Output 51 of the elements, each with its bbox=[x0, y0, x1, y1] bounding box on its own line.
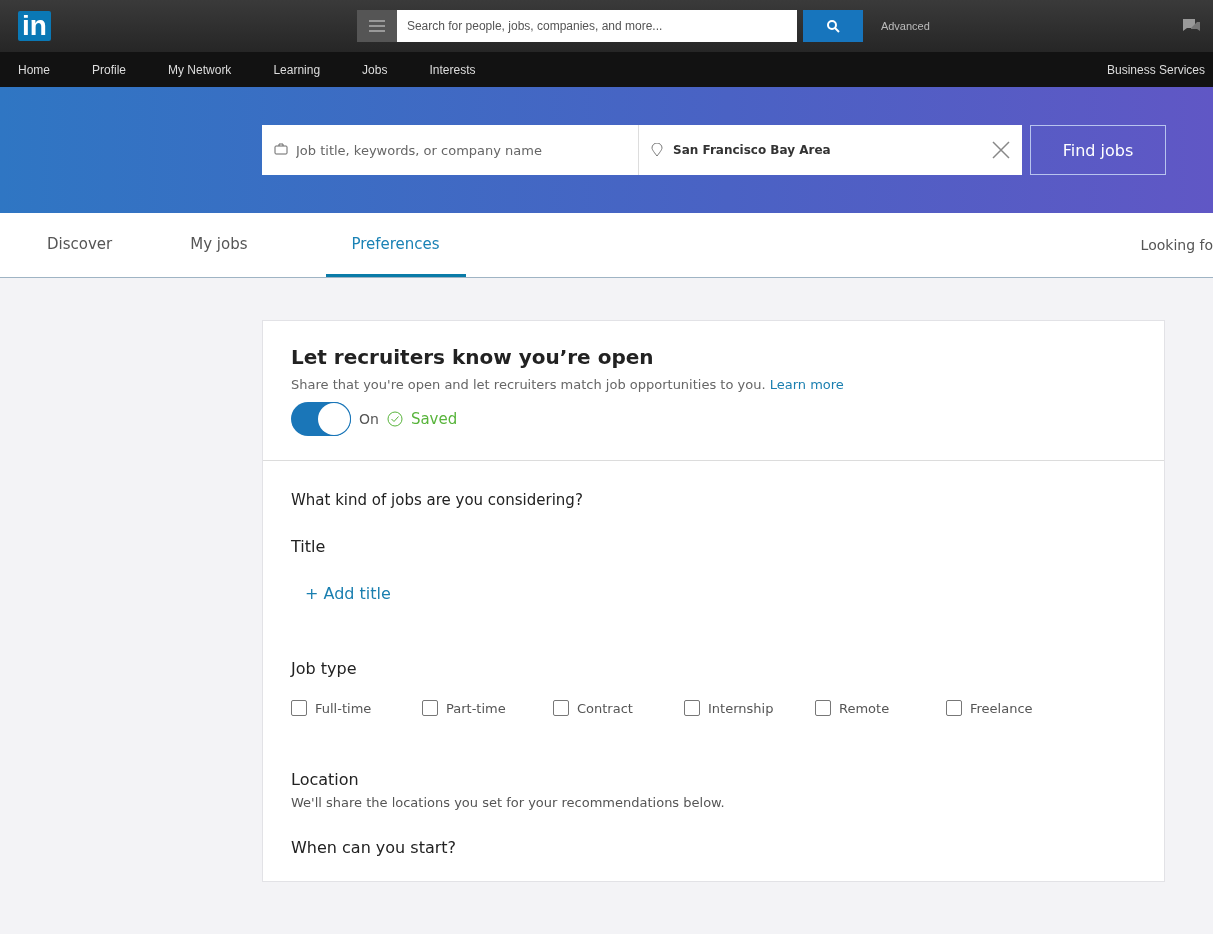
checkbox-label: Remote bbox=[839, 700, 890, 716]
field-label: When can you start? bbox=[291, 838, 457, 857]
tab[interactable]: Preferences bbox=[325, 213, 466, 277]
checkbox-label: Freelance bbox=[970, 700, 1033, 716]
field-label: Location bbox=[291, 770, 359, 789]
briefcase-icon bbox=[274, 143, 288, 155]
nav-link[interactable]: Business Services bbox=[1106, 62, 1205, 77]
location-hint: We'll share the locations you set for your recommendations below. bbox=[291, 795, 725, 810]
nav-link[interactable]: My Network bbox=[168, 62, 232, 77]
add-title-button[interactable]: + Add title bbox=[305, 584, 391, 603]
checkbox-label: Internship bbox=[708, 700, 774, 716]
logo[interactable]: in bbox=[18, 11, 51, 41]
pin-icon bbox=[651, 143, 663, 157]
location-field[interactable]: San Francisco Bay Area bbox=[639, 125, 1022, 175]
find-jobs-button[interactable]: Find jobs bbox=[1030, 125, 1166, 175]
nav-link[interactable]: Interests bbox=[429, 62, 476, 77]
nav-link[interactable]: Home bbox=[18, 62, 50, 77]
toggle-label: On bbox=[359, 411, 379, 427]
section-title: Let recruiters know you’re open bbox=[291, 345, 654, 369]
checkbox[interactable] bbox=[815, 700, 831, 716]
checkbox[interactable] bbox=[422, 700, 438, 716]
search-icon bbox=[825, 19, 840, 33]
field-label: Job type bbox=[291, 659, 357, 678]
search-button[interactable] bbox=[802, 10, 863, 42]
checkbox-label: Full-time bbox=[315, 700, 372, 716]
tab[interactable]: Looking fo bbox=[1140, 237, 1213, 253]
question-text: What kind of jobs are you considering? bbox=[291, 491, 583, 509]
checkbox[interactable] bbox=[684, 700, 700, 716]
toggle-switch[interactable] bbox=[291, 402, 351, 436]
nav-link[interactable]: Profile bbox=[92, 62, 127, 77]
saved-status: Saved bbox=[410, 410, 458, 428]
menu-button[interactable] bbox=[356, 10, 397, 42]
chat-icon[interactable] bbox=[1181, 18, 1201, 34]
search-field[interactable]: Search for people, jobs, companies, and more... bbox=[396, 10, 797, 42]
section-description: Share that you're open and let recruiters match job opportunities to you. Learn more bbox=[291, 377, 844, 392]
close-icon[interactable] bbox=[992, 141, 1010, 159]
checkbox-label: Part-time bbox=[446, 700, 506, 716]
checkbox[interactable] bbox=[946, 700, 962, 716]
advanced-link[interactable]: Advanced bbox=[880, 20, 930, 32]
menu-icon bbox=[368, 20, 385, 32]
field-label: Title bbox=[291, 537, 326, 556]
checkbox[interactable] bbox=[291, 700, 307, 716]
tab[interactable]: My jobs bbox=[190, 213, 248, 277]
checkbox[interactable] bbox=[553, 700, 569, 716]
check-circle-icon bbox=[386, 411, 403, 427]
checkbox-label: Contract bbox=[577, 700, 633, 716]
nav-link[interactable]: Learning bbox=[273, 62, 321, 77]
learn-more-link[interactable]: Learn more bbox=[769, 377, 844, 392]
keyword-field[interactable]: Job title, keywords, or company name bbox=[262, 125, 638, 175]
nav-link[interactable]: Jobs bbox=[362, 62, 388, 77]
tab[interactable]: Discover bbox=[47, 213, 113, 277]
